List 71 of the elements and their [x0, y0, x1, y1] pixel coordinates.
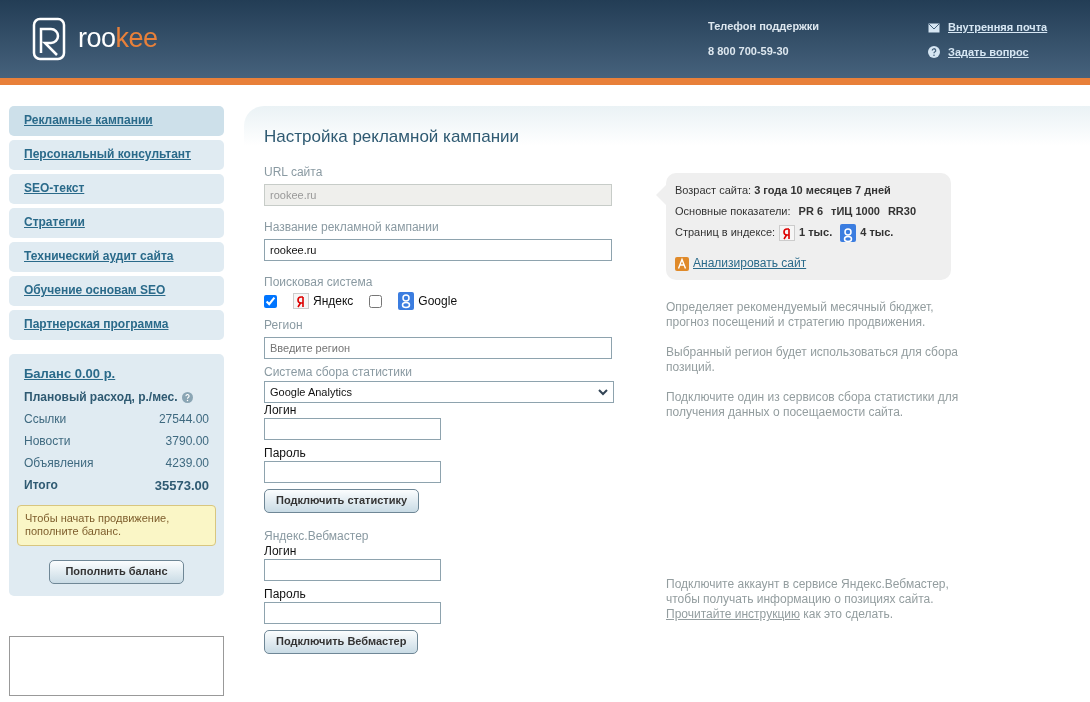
instruction-link[interactable]: Прочитайте инструкцию [666, 607, 800, 622]
password-label: Пароль [264, 446, 307, 462]
sidebar-item[interactable]: SEO-текст [9, 174, 224, 204]
plan-label: Плановый расход, р./мес. [24, 390, 178, 406]
hint-text: Выбранный регион будет использоваться для сбора позиций. [666, 345, 959, 376]
expense-label: Объявления [24, 456, 94, 472]
login-label: Логин [264, 403, 298, 419]
help-icon [181, 392, 193, 404]
mail-icon [928, 22, 940, 33]
header-link[interactable]: Внутренняя почта [948, 20, 1048, 35]
login-label: Логин [264, 544, 298, 559]
expense-value: 4239.00 [165, 456, 209, 472]
sidebar-item[interactable]: Стратегии [9, 208, 224, 238]
balance-notice: Чтобы начать продвижение, пополните баланс. [17, 504, 216, 546]
hint-text: Подключите аккаунт в сервисе Яндекс.Вебмастер, чтобы получать информацию о позициях сайта. Прочитайте инструкцию как это сделать. [666, 577, 950, 623]
section-label: Яндекс.Вебмастер [264, 529, 370, 544]
expense-value: 3790.00 [165, 434, 209, 450]
yandex-icon [293, 293, 309, 310]
metrics-label: Основные показатели: [675, 204, 791, 220]
total-label: Итого [24, 478, 58, 495]
site-age-text: Возраст сайта: 3 года 10 месяцев 7 дней [675, 183, 892, 199]
sidebar-item[interactable]: Персональный консультант [9, 140, 224, 170]
region-field[interactable]: Введите регион [264, 337, 612, 360]
login-field[interactable] [264, 418, 441, 441]
expense-label: Новости [24, 434, 71, 450]
engine-checkbox[interactable] [264, 294, 277, 308]
index-count: 1 тыс. [799, 225, 833, 241]
password-field[interactable] [264, 461, 441, 484]
index-label: Страниц в индексе: [675, 225, 776, 241]
field-label: Поисковая система [264, 275, 374, 291]
stats-select[interactable]: Google Analytics [264, 381, 614, 404]
sidebar-item[interactable]: Рекламные кампании [9, 106, 224, 136]
field-label: Название рекламной кампании [264, 220, 440, 236]
analyze-icon [675, 256, 689, 271]
hint-text: Подключите один из сервисов сбора статистики для получения данных о посещаемости сайта. [666, 390, 960, 421]
yandex-icon [779, 224, 796, 241]
engine-label: Яндекс [313, 293, 354, 309]
hint-text: Определяет рекомендуемый месячный бюджет, прогноз посещений и стратегию продвижения. [666, 300, 935, 331]
total-value: 35573.00 [154, 478, 209, 495]
engine-label: Google [418, 293, 458, 309]
google-icon [840, 223, 857, 242]
password-field[interactable] [264, 602, 441, 624]
top-up-button[interactable]: Пополнить баланс [49, 560, 184, 584]
support-phone: 8 800 700-59-30 [708, 44, 790, 59]
expense-value: 27544.00 [158, 412, 209, 428]
field-label: Регион [264, 318, 304, 334]
analyze-link[interactable]: Анализировать сайт [693, 253, 807, 275]
login-field[interactable] [264, 559, 441, 581]
connect-webmaster-button[interactable]: Подключить Вебмастер [264, 630, 419, 654]
metric-value: тИЦ 1000 [831, 204, 880, 220]
password-label: Пароль [264, 587, 307, 602]
index-count: 4 тыс. [860, 225, 894, 241]
logo-text: rookee [78, 22, 158, 56]
google-icon [398, 292, 415, 311]
metric-value: RR30 [887, 204, 917, 220]
metric-value: PR 6 [798, 204, 824, 220]
sidebar-item[interactable]: Обучение основам SEO [9, 276, 224, 306]
campaign-name-field[interactable]: rookee.ru [264, 239, 612, 262]
sidebar-item[interactable]: Партнерская программа [9, 310, 224, 340]
balance-link[interactable]: Баланс 0.00 р. [24, 366, 116, 381]
expense-label: Ссылки [24, 412, 67, 428]
field-label: Система сбора статистики [264, 365, 413, 381]
chevron-down-icon [598, 388, 608, 396]
engine-checkbox[interactable] [369, 294, 383, 308]
sidebar-item[interactable]: Технический аудит сайта [9, 242, 224, 272]
header-link[interactable]: Задать вопрос [948, 45, 1029, 60]
support-label: Телефон поддержки [708, 19, 821, 34]
help-icon [928, 46, 940, 59]
page-title: Настройка рекламной кампании [264, 126, 521, 148]
field-label: URL сайта [264, 165, 324, 181]
connect-stats-button[interactable]: Подключить статистику [264, 489, 420, 513]
